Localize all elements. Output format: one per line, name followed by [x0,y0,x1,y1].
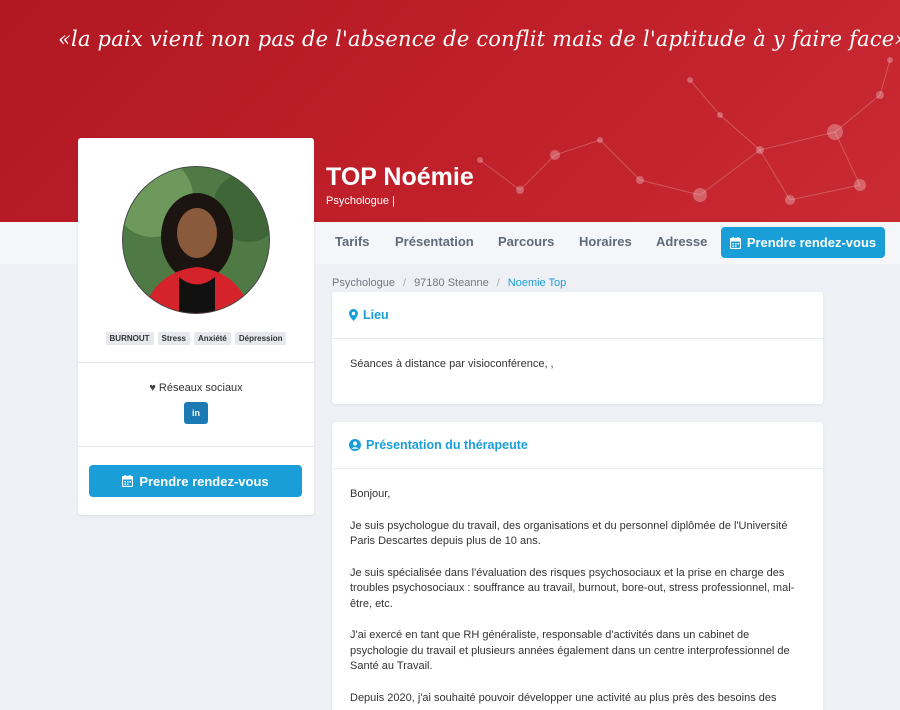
location-panel: Lieu Séances à distance par visioconfére… [332,292,823,404]
social-section-title: ♥ Réseaux sociaux [78,382,314,394]
tab-presentation[interactable]: Présentation [395,234,474,249]
social-title-label: Réseaux sociaux [158,382,243,394]
location-text: Séances à distance par visioconférence, … [350,358,554,370]
presentation-paragraph: Bonjour, [350,488,391,500]
presentation-paragraph: Depuis 2020, j'ai souhaité pouvoir dével… [350,691,777,704]
breadcrumb: Psychologue / 97180 Steanne / Noemie Top [332,277,566,289]
tag-depression: Dépression [234,332,287,345]
presentation-panel-header: Présentation du thérapeute [332,422,823,469]
tab-parcours[interactable]: Parcours [498,234,554,249]
map-pin-icon [349,309,358,321]
tag-anxiete: Anxiété [193,332,231,345]
therapist-role: Psychologue | [326,195,395,207]
presentation-paragraph: J'ai exercé en tant que RH généraliste, … [350,629,790,672]
calendar-icon [729,236,741,249]
breadcrumb-separator: / [496,277,500,289]
presentation-paragraph: Je suis spécialisée dans l'évaluation de… [350,566,795,610]
breadcrumb-item-location[interactable]: 97180 Steanne [414,277,489,289]
card-book-appointment-button[interactable]: Prendre rendez-vous [89,465,302,497]
location-panel-body: Séances à distance par visioconférence, … [332,339,823,407]
card-book-appointment-label: Prendre rendez-vous [139,473,269,489]
presentation-panel-body: Bonjour, Je suis psychologue du travail,… [332,469,823,710]
divider [78,446,314,447]
nav-book-appointment-button[interactable]: Prendre rendez-vous [721,227,885,258]
tag-stress: Stress [157,332,190,345]
calendar-icon [122,475,134,487]
banner-quote: «la paix vient non pas de l'absence de c… [58,27,900,51]
presentation-paragraph: Je suis psychologue du travail, des orga… [350,519,788,548]
tab-adresse[interactable]: Adresse [656,234,707,249]
breadcrumb-separator: / [403,277,407,289]
tab-horaires[interactable]: Horaires [579,234,632,249]
avatar [122,166,270,314]
user-circle-icon [349,439,361,451]
profile-card: BURNOUT Stress Anxiété Dépression ♥ Rése… [78,138,314,515]
presentation-panel: Présentation du thérapeute Bonjour, Je s… [332,422,823,710]
tag-burnout: BURNOUT [105,332,154,345]
breadcrumb-item-current: Noemie Top [507,277,567,289]
tab-tarifs[interactable]: Tarifs [335,234,369,249]
presentation-panel-title: Présentation du thérapeute [366,438,528,452]
location-panel-title: Lieu [363,308,389,322]
linkedin-icon[interactable]: in [184,402,208,424]
heart-icon: ♥ [149,382,156,394]
breadcrumb-item-category[interactable]: Psychologue [332,277,395,289]
nav-book-appointment-label: Prendre rendez-vous [746,235,877,250]
divider [78,362,314,363]
specialty-tags: BURNOUT Stress Anxiété Dépression [78,332,314,345]
location-panel-header: Lieu [332,292,823,339]
therapist-name: TOP Noémie [326,163,474,191]
